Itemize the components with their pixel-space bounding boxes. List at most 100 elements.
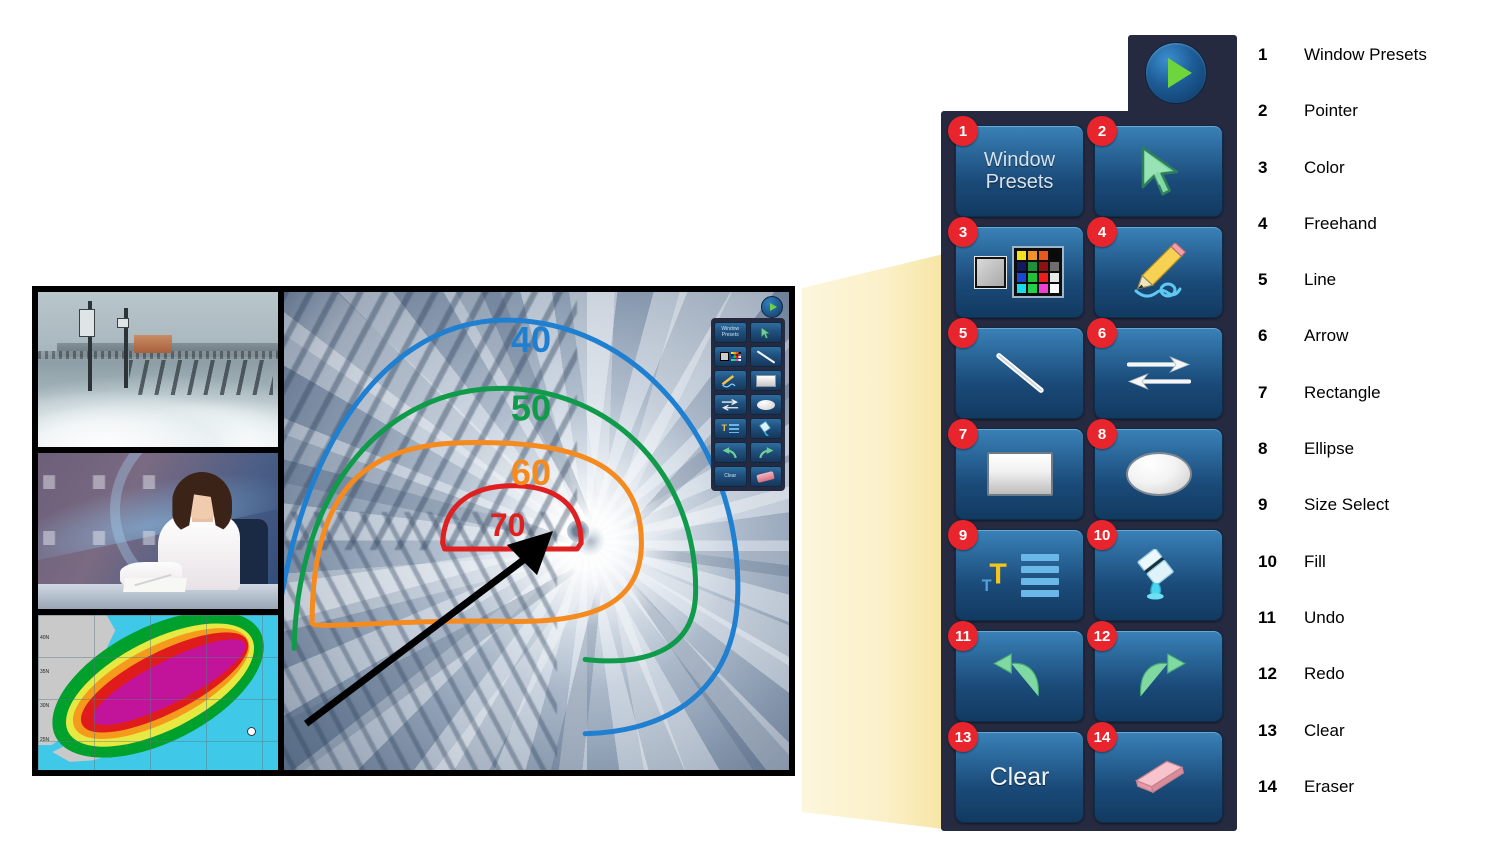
legend-row-14: 14 Eraser xyxy=(1258,777,1488,833)
tool-undo[interactable]: 11 xyxy=(948,621,1084,722)
legend-label: Color xyxy=(1304,157,1345,177)
legend-label: Rectangle xyxy=(1304,382,1381,402)
mini-fill[interactable] xyxy=(749,418,782,439)
tool-size-select[interactable]: 9 T T xyxy=(948,520,1084,621)
palette-swatch-1[interactable] xyxy=(1017,251,1026,260)
palette-swatch-8[interactable] xyxy=(1050,262,1059,271)
badge-1: 1 xyxy=(948,116,978,146)
tool-clear[interactable]: 13 Clear xyxy=(948,722,1084,823)
wave-spray xyxy=(38,375,278,448)
tool-redo[interactable]: 12 xyxy=(1087,621,1223,722)
tool-freehand[interactable]: 4 xyxy=(1087,217,1223,318)
legend-label: Window Presets xyxy=(1304,45,1427,64)
rectangle-icon xyxy=(986,452,1053,496)
tool-color[interactable]: 3 xyxy=(948,217,1084,318)
mini-color[interactable] xyxy=(714,346,747,367)
contour-label-60: 60 xyxy=(511,452,551,493)
window-presets-label: Window Presets xyxy=(983,148,1056,193)
legend-number: 8 xyxy=(1258,439,1268,459)
color-palette-icon xyxy=(975,246,1064,298)
mini-undo[interactable] xyxy=(714,442,747,463)
color-swatch-grid[interactable] xyxy=(1012,246,1064,298)
palette-swatch-6[interactable] xyxy=(1028,262,1037,271)
palette-swatch-7[interactable] xyxy=(1039,262,1048,271)
badge-8: 8 xyxy=(1087,419,1117,449)
redo-arrow-icon xyxy=(758,446,774,458)
legend-row-10: 10 Fill xyxy=(1258,552,1488,608)
mini-play-button[interactable] xyxy=(761,296,783,318)
legend-label: Redo xyxy=(1304,664,1345,684)
palette-swatch-13[interactable] xyxy=(1017,284,1026,293)
contour-label-50: 50 xyxy=(511,388,551,429)
news-anchor-photo xyxy=(38,453,278,609)
palette-swatch-11[interactable] xyxy=(1039,273,1048,282)
mini-arrow[interactable] xyxy=(714,394,747,415)
lat-label-25n: 25N xyxy=(40,737,50,744)
tool-fill[interactable]: 10 xyxy=(1087,520,1223,621)
palette-swatch-3[interactable] xyxy=(1039,251,1048,260)
text-size-icon: T T xyxy=(981,553,1059,597)
tool-pointer[interactable]: 2 xyxy=(1087,116,1223,217)
palette-swatch-10[interactable] xyxy=(1028,273,1037,282)
legend-number: 9 xyxy=(1258,495,1268,515)
legend-label: Fill xyxy=(1304,551,1326,571)
legend-label: Clear xyxy=(1304,720,1345,740)
mini-clear[interactable]: Clear xyxy=(714,466,747,487)
mini-redo[interactable] xyxy=(749,442,782,463)
legend-row-7: 7 Rectangle xyxy=(1258,383,1488,439)
mini-eraser[interactable] xyxy=(749,466,782,487)
palette-swatch-5[interactable] xyxy=(1017,262,1026,271)
palette-swatch-2[interactable] xyxy=(1028,251,1037,260)
palette-swatch-15[interactable] xyxy=(1039,284,1048,293)
legend-row-11: 11 Undo xyxy=(1258,608,1488,664)
building xyxy=(134,335,173,353)
legend-number: 5 xyxy=(1258,270,1268,290)
line-icon xyxy=(756,350,775,363)
double-arrow-icon xyxy=(722,399,739,411)
badge-10: 10 xyxy=(1087,520,1117,550)
badge-5: 5 xyxy=(948,318,978,348)
mini-ellipse[interactable] xyxy=(749,394,782,415)
palette-swatch-16[interactable] xyxy=(1050,284,1059,293)
legend-number: 14 xyxy=(1258,776,1277,796)
legend-label: Size Select xyxy=(1304,495,1390,515)
legend-list: 1 Window Presets 2 Pointer 3 Color 4 Freehan… xyxy=(1258,45,1488,833)
legend-label: Undo xyxy=(1304,607,1345,627)
mini-pointer[interactable] xyxy=(749,322,782,343)
legend-row-9: 9 Size Select xyxy=(1258,495,1488,551)
tool-arrow[interactable]: 6 xyxy=(1087,318,1223,419)
palette-swatch-9[interactable] xyxy=(1017,273,1026,282)
legend-number: 4 xyxy=(1258,213,1268,233)
play-button[interactable] xyxy=(1145,42,1207,104)
mini-freehand[interactable] xyxy=(714,370,747,391)
annotation-toolbar-panel: 1 Window Presets 2 3 4 5 6 7 8 9 T T 10 … xyxy=(941,111,1237,831)
tool-window-presets[interactable]: 1 Window Presets xyxy=(948,116,1084,217)
mini-window-presets[interactable]: Window Presets xyxy=(714,322,747,343)
street-sign xyxy=(117,318,130,329)
palette-swatch-4[interactable] xyxy=(1050,251,1059,260)
mini-clear-label: Clear xyxy=(724,472,737,479)
mini-rectangle[interactable] xyxy=(749,370,782,391)
cursor-arrow-icon xyxy=(1141,146,1178,196)
legend-number: 13 xyxy=(1258,720,1277,740)
tool-eraser[interactable]: 14 xyxy=(1087,722,1223,823)
contour-label-40: 40 xyxy=(511,319,551,360)
lat-label-35n: 35N xyxy=(40,669,50,676)
legend-number: 3 xyxy=(1258,157,1268,177)
legend-label: Eraser xyxy=(1304,776,1355,796)
current-color-swatch xyxy=(975,256,1006,288)
legend-number: 6 xyxy=(1258,326,1268,346)
badge-14: 14 xyxy=(1087,722,1117,752)
tool-line[interactable]: 5 xyxy=(948,318,1084,419)
double-arrow-icon xyxy=(1126,356,1191,390)
palette-swatch-12[interactable] xyxy=(1050,273,1059,282)
tool-rectangle[interactable]: 7 xyxy=(948,419,1084,520)
palette-swatch-14[interactable] xyxy=(1028,284,1037,293)
eraser-icon xyxy=(1134,760,1184,794)
mini-line[interactable] xyxy=(749,346,782,367)
mini-size-select[interactable]: T xyxy=(714,418,747,439)
wind-probability-map: 40N 35N 30N 25N xyxy=(38,614,278,770)
tool-ellipse[interactable]: 8 xyxy=(1087,419,1223,520)
in-screenshot-toolbar[interactable]: Window Presets T Clear xyxy=(711,318,785,491)
legend-row-5: 5 Line xyxy=(1258,270,1488,326)
